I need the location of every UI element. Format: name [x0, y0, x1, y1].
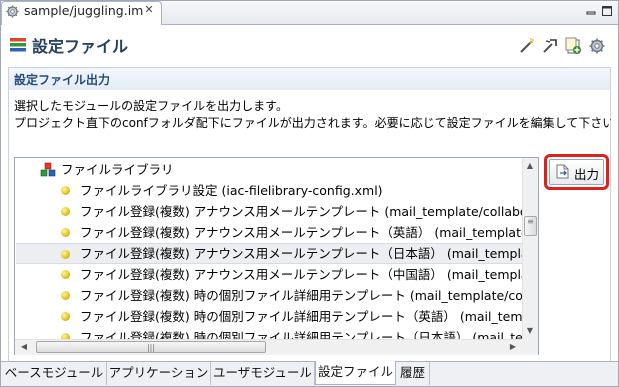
tree-item[interactable]: ファイル登録(複数) アナウンス用メールテンプレート（英語） (mail_tem…: [16, 222, 523, 243]
tab-user-module[interactable]: ユーザモジュール: [211, 362, 315, 385]
library-icon: [40, 162, 56, 177]
config-file-icon: [61, 250, 70, 259]
tree-item-label: ファイル登録(複数) 時の個別ファイル詳細用テンプレート (mail_templ…: [80, 288, 523, 303]
editor-tab-title: sample/juggling.im: [24, 3, 144, 18]
scroll-down-icon[interactable]: ▼: [522, 323, 538, 339]
config-file-icon: [61, 207, 70, 216]
scroll-right-icon[interactable]: ▶: [505, 339, 521, 355]
description-line-1: 選択したモジュールの設定ファイルを出力します。: [14, 99, 288, 113]
page-title: 設定ファイル: [32, 37, 129, 56]
output-button-label: 出力: [574, 167, 600, 182]
tree-item-selected[interactable]: ファイル登録(複数) アナウンス用メールテンプレート（日本語） (mail_te…: [16, 243, 523, 264]
gear-icon: [6, 5, 19, 18]
config-file-icon: [61, 291, 70, 300]
config-file-icon: [61, 312, 70, 321]
tree-item-label: ファイル登録(複数) 時の個別ファイル詳細用テンプレート（日本語） (mail_…: [80, 330, 523, 339]
tree-item[interactable]: ファイル登録(複数) 時の個別ファイル詳細用テンプレート（英語） (mail_t…: [16, 306, 523, 327]
tree-item-label: ファイル登録(複数) アナウンス用メールテンプレート（中国語） (mail_te…: [80, 267, 523, 282]
magic-wand-icon[interactable]: [518, 37, 536, 55]
description-line-2: プロジェクト直下のconfフォルダ配下にファイルが出力されます。必要に応じて設定…: [14, 116, 611, 130]
maximize-icon[interactable]: [602, 6, 612, 16]
tree-item-label: ファイルライブラリ設定 (iac-filelibrary-config.xml): [80, 183, 383, 198]
horizontal-scroll-thumb[interactable]: |||: [36, 341, 266, 353]
scroll-corner: [522, 339, 538, 355]
tree-item[interactable]: ファイル登録(複数) アナウンス用メールテンプレート (mail_templat…: [16, 201, 523, 222]
config-file-icon: [61, 186, 70, 195]
tree-root-item[interactable]: ファイルライブラリ: [16, 159, 523, 180]
section-title: 設定ファイル出力: [14, 73, 111, 87]
config-file-icon: [10, 38, 26, 52]
settings-gear-icon[interactable]: [588, 37, 606, 55]
vertical-scroll-thumb[interactable]: ≡: [524, 216, 537, 236]
tree-root-label: ファイルライブラリ: [61, 162, 174, 177]
tree-item[interactable]: ファイルライブラリ設定 (iac-filelibrary-config.xml): [16, 180, 523, 201]
vertical-scrollbar[interactable]: [522, 158, 538, 339]
config-file-tree[interactable]: ファイルライブラリ ファイルライブラリ設定 (iac-filelibrary-c…: [14, 157, 539, 355]
tree-item-label: ファイル登録(複数) アナウンス用メールテンプレート（英語） (mail_tem…: [80, 225, 523, 240]
scroll-up-icon[interactable]: ▲: [522, 158, 538, 174]
config-file-icon: [61, 270, 70, 279]
tree-item-label: ファイル登録(複数) アナウンス用メールテンプレート（日本語） (mail_te…: [80, 246, 523, 261]
pin-arrows-icon[interactable]: [541, 37, 559, 55]
close-icon[interactable]: ✕: [143, 4, 155, 16]
tree-item-label: ファイル登録(複数) アナウンス用メールテンプレート (mail_templat…: [80, 204, 523, 219]
export-document-icon: [556, 164, 569, 179]
tree-item[interactable]: ファイル登録(複数) アナウンス用メールテンプレート（中国語） (mail_te…: [16, 264, 523, 285]
tab-base-module[interactable]: ベースモジュール: [2, 362, 107, 385]
description-line-2-clip: プロジェクト直下のconfフォルダ配下にファイルが出力されます。必要に応じて設定…: [14, 114, 611, 132]
tab-config-file[interactable]: 設定ファイル: [315, 361, 396, 385]
tab-history[interactable]: 履歴: [396, 362, 430, 385]
scroll-left-icon[interactable]: ◀: [16, 339, 32, 355]
config-file-icon: [61, 228, 70, 237]
tree-item[interactable]: ファイル登録(複数) 時の個別ファイル詳細用テンプレート (mail_templ…: [16, 285, 523, 306]
tree-item[interactable]: ファイル登録(複数) 時の個別ファイル詳細用テンプレート（日本語） (mail_…: [16, 327, 523, 339]
tree-item-label: ファイル登録(複数) 時の個別ファイル詳細用テンプレート（英語） (mail_t…: [80, 309, 523, 324]
minimize-icon[interactable]: [586, 6, 596, 16]
tab-application[interactable]: アプリケーション: [107, 362, 211, 385]
add-document-icon[interactable]: [564, 37, 582, 55]
